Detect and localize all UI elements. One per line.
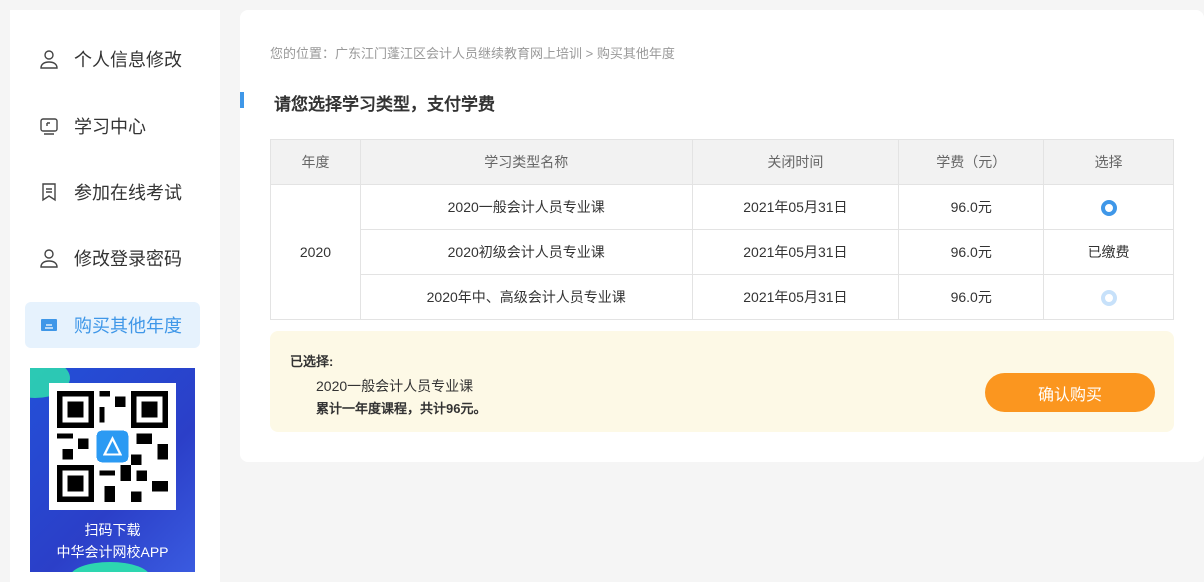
app-download-banner: 扫码下载 中华会计网校APP (30, 368, 195, 572)
header-select: 选择 (1043, 139, 1174, 185)
breadcrumb: 您的位置：广东江门蓬江区会计人员继续教育网上培训 > 购买其他年度 (270, 46, 675, 61)
table-header: 年度 学习类型名称 关闭时间 学费（元） 选择 (270, 139, 1174, 185)
close-time: 2021年05月31日 (691, 274, 900, 320)
banner-line2: 中华会计网校APP (56, 544, 169, 560)
sidebar-item-study-center[interactable]: 学习中心 (25, 103, 200, 149)
header-year: 年度 (270, 139, 361, 185)
qr-code (49, 383, 176, 510)
selection-summary: 已选择: 2020一般会计人员专业课 累计一年度课程，共计96元。 确认购买 (270, 331, 1174, 432)
summary-label: 已选择: (290, 354, 334, 369)
selected-course: 2020一般会计人员专业课 (316, 378, 474, 394)
calendar-icon (39, 315, 59, 335)
sidebar-item-online-exam[interactable]: 参加在线考试 (25, 169, 200, 215)
header-name: 学习类型名称 (359, 139, 693, 185)
select-radio-unchecked[interactable] (1100, 289, 1117, 306)
banner-line1: 扫码下载 (84, 522, 141, 538)
exam-icon (39, 182, 59, 202)
page-title: 请您选择学习类型，支付学费 (274, 95, 495, 114)
user-icon (39, 49, 59, 69)
fee: 96.0元 (898, 274, 1045, 320)
sidebar-item-profile[interactable]: 个人信息修改 (25, 36, 200, 82)
header-close-time: 关闭时间 (691, 139, 900, 185)
sidebar-item-change-password[interactable]: 修改登录密码 (25, 235, 200, 281)
sidebar-item-label: 个人信息修改 (74, 50, 182, 70)
close-time: 2021年05月31日 (691, 229, 900, 275)
total-text: 累计一年度课程，共计96元。 (316, 401, 487, 416)
table-row: 2020年中、高级会计人员专业课 2021年05月31日 96.0元 (271, 274, 1174, 320)
sidebar: 个人信息修改 学习中心 参加在线考试 修改登录密码 购买其他年度 扫码下载 中华… (10, 10, 220, 582)
sidebar-item-label: 参加在线考试 (74, 183, 182, 203)
course-name: 2020初级会计人员专业课 (359, 229, 693, 275)
course-table: 年度 学习类型名称 关闭时间 学费（元） 选择 2020 2020一般会计人员专… (270, 139, 1174, 320)
header-fee: 学费（元） (898, 139, 1045, 185)
sidebar-item-label: 学习中心 (74, 117, 146, 137)
select-radio-checked[interactable] (1100, 199, 1117, 216)
paid-status: 已缴费 (1043, 229, 1174, 275)
course-name: 2020年中、高级会计人员专业课 (359, 274, 693, 320)
fee: 96.0元 (898, 184, 1045, 230)
table-row: 2020 2020一般会计人员专业课 2021年05月31日 96.0元 (270, 184, 1174, 320)
course-name: 2020一般会计人员专业课 (359, 184, 693, 230)
table-row: 2020初级会计人员专业课 2021年05月31日 96.0元 已缴费 (271, 229, 1174, 275)
main-panel: 您的位置：广东江门蓬江区会计人员继续教育网上培训 > 购买其他年度 请您选择学习… (240, 10, 1204, 462)
sidebar-item-buy-other-year[interactable]: 购买其他年度 (25, 302, 200, 348)
year-cell: 2020 (270, 184, 361, 320)
sidebar-item-label: 修改登录密码 (74, 249, 182, 269)
user-icon (39, 248, 59, 268)
title-accent-bar (240, 92, 244, 108)
sidebar-item-label: 购买其他年度 (74, 316, 182, 336)
confirm-purchase-button[interactable]: 确认购买 (985, 373, 1155, 412)
fee: 96.0元 (898, 229, 1045, 275)
monitor-icon (39, 116, 59, 136)
close-time: 2021年05月31日 (691, 184, 900, 230)
